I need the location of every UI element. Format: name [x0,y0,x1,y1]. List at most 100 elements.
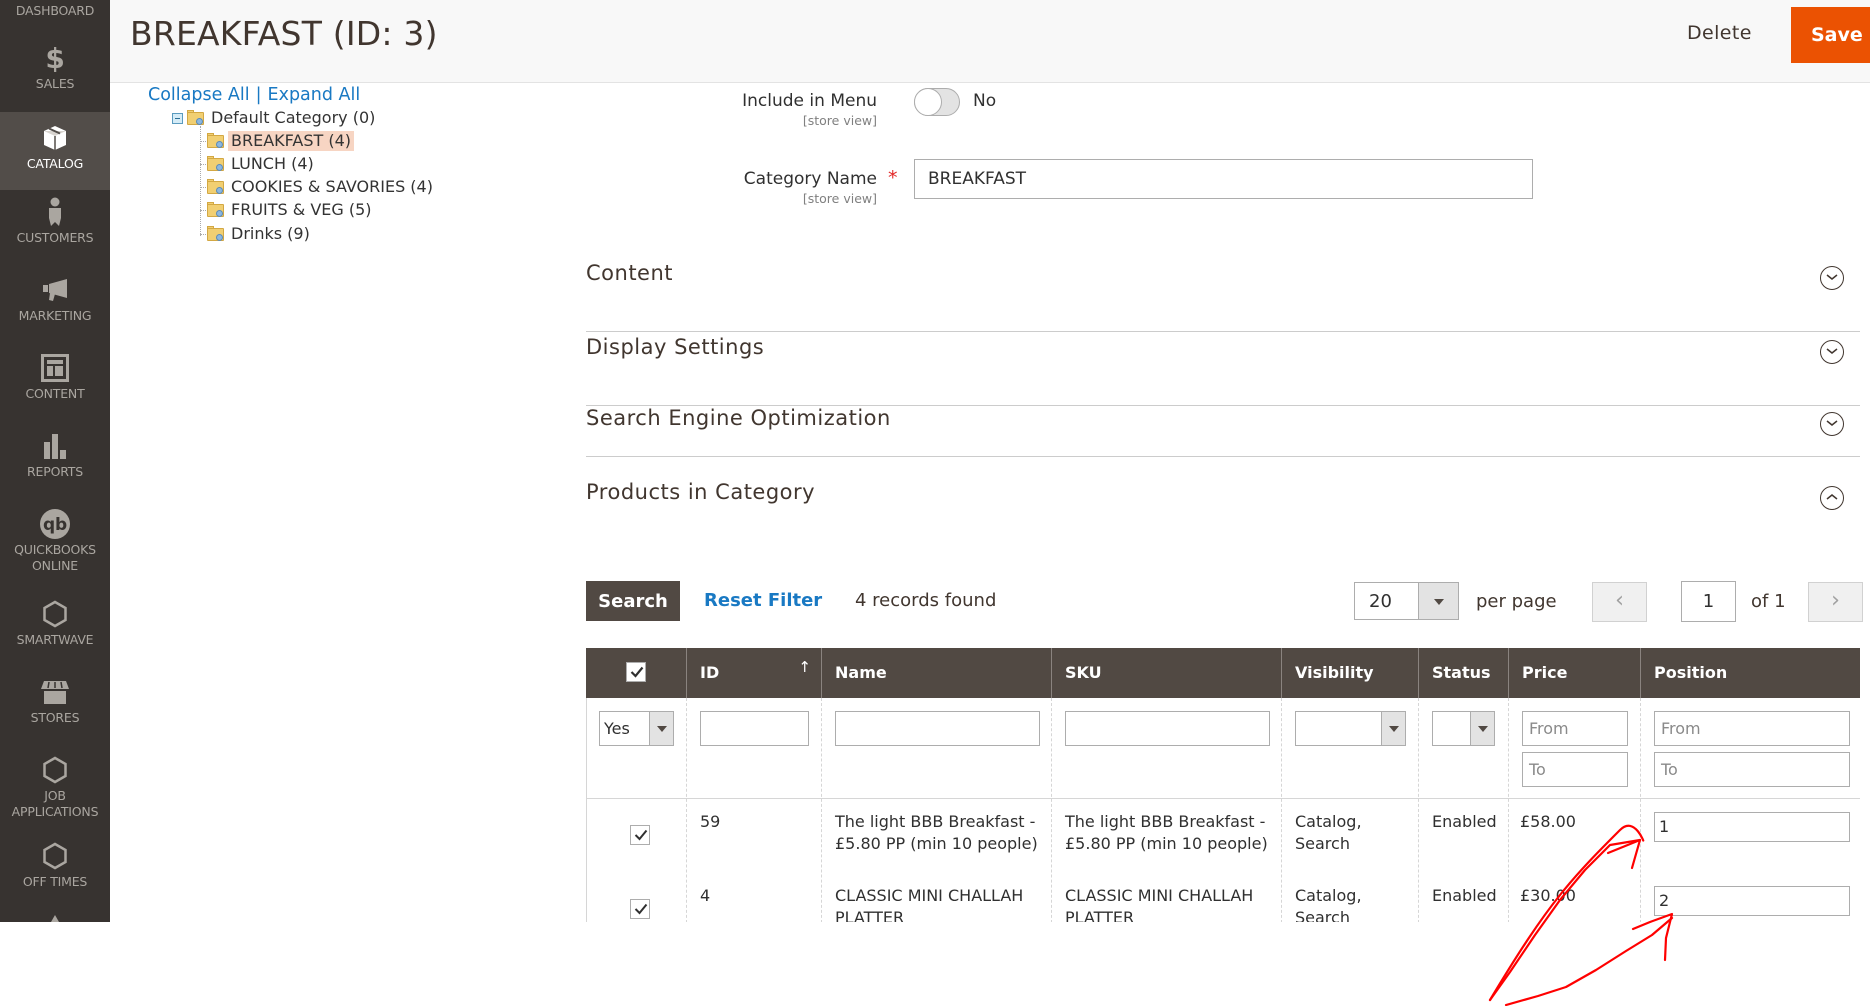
page-header: BREAKFAST (ID: 3) Delete Save [110,0,1870,83]
sidebar-item-job-applications[interactable]: JOB APPLICATIONS [0,756,110,832]
sidebar-item-stores[interactable]: STORES [0,678,110,748]
select-all-checkbox[interactable] [626,662,646,682]
save-button[interactable]: Save [1791,7,1870,63]
tree-node-drinks[interactable]: Drinks (9) [206,224,313,244]
tree-node-label[interactable]: BREAKFAST (4) [228,131,354,151]
per-page-label: per page [1476,591,1557,612]
column-visibility[interactable]: Visibility [1281,648,1418,698]
tree-node-label[interactable]: Default Category (0) [208,108,378,128]
next-page-button[interactable]: › [1808,582,1863,622]
cell-name: The light BBB Breakfast - £5.80 PP (min 1… [835,811,1038,855]
tree-node-label[interactable]: COOKIES & SAVORIES (4) [228,177,436,197]
chevron-down-icon[interactable] [1820,266,1844,290]
sidebar-item-label: OFF TIMES [22,874,88,889]
cell-status: Enabled [1432,812,1497,831]
tree-node-fruits-veg[interactable]: FRUITS & VEG (5) [206,200,375,220]
visibility-filter[interactable] [1295,711,1406,746]
sidebar-item-catalog[interactable]: CATALOG [0,112,110,190]
sidebar-item-sales[interactable]: $ SALES [0,44,110,112]
price-to-input[interactable]: To [1522,752,1628,787]
section-content[interactable]: Content [586,258,1860,332]
previous-page-button[interactable]: ‹ [1592,582,1647,622]
hexagon-icon [0,842,110,870]
tree-node-label[interactable]: LUNCH (4) [228,154,317,174]
sidebar-item-dashboard[interactable]: DASHBOARD [0,0,110,22]
cell-line: The light BBB Breakfast - [835,812,1036,831]
column-name[interactable]: Name [821,648,1051,698]
cell-id: 59 [700,812,721,831]
store-icon [0,678,110,706]
position-input[interactable]: 1 [1654,812,1850,842]
search-button[interactable]: Search [586,581,680,621]
price-from-input[interactable]: From [1522,711,1628,746]
current-page-input[interactable]: 1 [1681,581,1736,622]
arrow-down-icon [1478,726,1488,732]
folder-icon [206,133,226,149]
chevron-down-icon[interactable] [1820,340,1844,364]
category-name-input[interactable]: BREAKFAST [914,159,1533,199]
column-label: Price [1522,663,1568,682]
row-checkbox[interactable] [630,825,650,845]
records-found: 4 records found [855,590,997,611]
chevron-down-icon[interactable] [1820,412,1844,436]
sidebar-item-label: STORES [30,710,80,725]
filter-value: Yes [604,719,630,738]
required-marker: * [888,167,898,189]
tree-node-root[interactable]: Default Category (0) [172,108,378,128]
in-category-filter[interactable]: Yes [599,711,674,746]
tree-node-cookies-savories[interactable]: COOKIES & SAVORIES (4) [206,177,436,197]
dropdown-toggle[interactable] [1470,712,1494,745]
section-display-settings[interactable]: Display Settings [586,332,1860,406]
reset-filter-link[interactable]: Reset Filter [704,590,822,611]
section-seo[interactable]: Search Engine Optimization [586,406,1860,457]
cell-line: Catalog, [1295,812,1362,831]
tree-connector [200,126,201,236]
cell-line: Catalog, [1295,886,1362,905]
column-status[interactable]: Status [1418,648,1508,698]
include-in-menu-label: Include in Menu [742,91,877,111]
sidebar-item-marketing[interactable]: MARKETING [0,276,110,346]
position-from-input[interactable]: From [1654,711,1850,746]
sidebar-item-off-times[interactable]: OFF TIMES [0,842,110,912]
collapse-node-icon[interactable] [172,112,183,124]
dropdown-toggle[interactable] [1418,583,1458,619]
column-sku[interactable]: SKU [1051,648,1281,698]
dropdown-toggle[interactable] [649,712,673,745]
sidebar-item-label: CUSTOMERS [16,230,94,245]
folder-icon [186,110,206,126]
annotation-arrow-2 [1504,916,1674,1006]
id-filter-input[interactable] [700,711,809,746]
chevron-up-icon[interactable] [1820,486,1844,510]
section-title: Content [586,261,674,285]
tree-node-label[interactable]: FRUITS & VEG (5) [228,200,375,220]
column-position[interactable]: Position [1640,648,1860,698]
per-page-select[interactable]: 20 [1354,582,1459,620]
cell-sku: CLASSIC MINI CHALLAH PLATTER [1065,885,1253,922]
sidebar-item-reports[interactable]: REPORTS [0,432,110,502]
sidebar-item-content[interactable]: CONTENT [0,354,110,424]
toggle-knob [914,88,942,116]
row-checkbox[interactable] [630,899,650,919]
tree-node-breakfast[interactable]: BREAKFAST (4) [206,131,354,151]
position-input[interactable]: 2 [1654,886,1850,916]
sidebar-item-customers[interactable]: CUSTOMERS [0,197,110,268]
sidebar-item-quickbooks-online[interactable]: qb QUICKBOOKS ONLINE [0,509,110,586]
collapse-all-link[interactable]: Collapse All [148,85,250,105]
column-id[interactable]: ID ↑ [686,648,821,698]
delete-button[interactable]: Delete [1687,22,1752,44]
column-select[interactable] [586,648,686,698]
sidebar-item-smartwave[interactable]: SMARTWAVE [0,600,110,670]
status-filter[interactable] [1432,711,1495,746]
tree-node-lunch[interactable]: LUNCH (4) [206,154,317,174]
tree-node-label[interactable]: Drinks (9) [228,224,313,244]
dropdown-toggle[interactable] [1381,712,1405,745]
column-label: Status [1432,663,1491,682]
name-filter-input[interactable] [835,711,1040,746]
include-in-menu-toggle[interactable] [914,88,960,116]
per-page-value: 20 [1369,591,1392,612]
sku-filter-input[interactable] [1065,711,1270,746]
column-price[interactable]: Price [1508,648,1640,698]
section-products-in-category[interactable]: Products in Category [586,480,1860,520]
position-to-input[interactable]: To [1654,752,1850,787]
expand-all-link[interactable]: Expand All [268,85,361,105]
